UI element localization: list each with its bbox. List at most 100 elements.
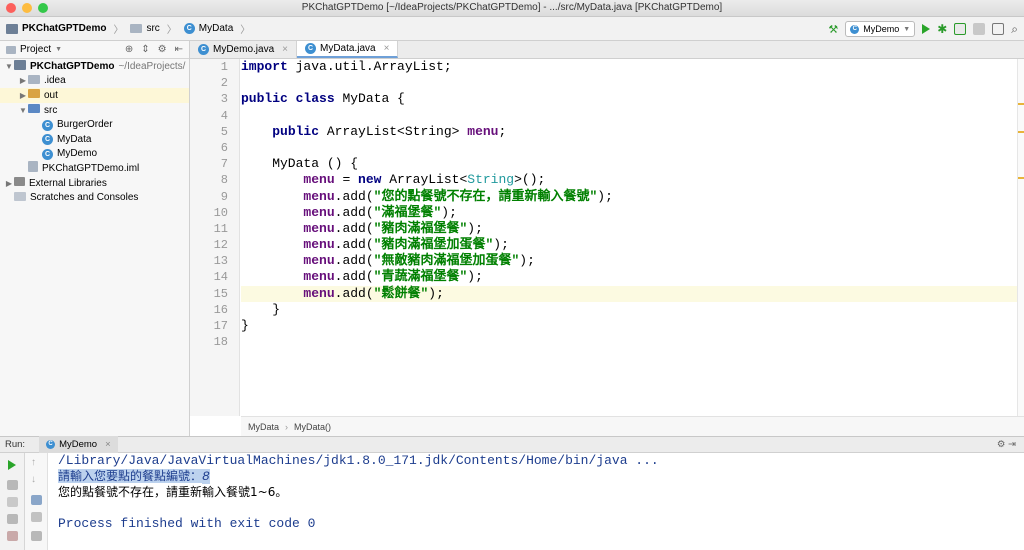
field-name: menu — [303, 253, 335, 269]
java-class-icon: C — [42, 148, 53, 160]
source-folder-icon — [28, 104, 40, 116]
code-text: .add( — [334, 285, 374, 301]
keyword: class — [295, 91, 335, 107]
tree-item[interactable]: ▶ External Libraries — [0, 176, 189, 191]
gear-icon[interactable]: ⚙ ⇥ — [997, 439, 1024, 450]
code-text: .add( — [334, 253, 374, 269]
tree-item[interactable]: C BurgerOrder — [0, 117, 189, 132]
code-text: java.util.ArrayList; — [287, 59, 452, 74]
breadcrumb-class[interactable]: MyData — [248, 422, 279, 432]
code-line: menu.add("豬肉滿福堡餐"); — [241, 221, 1017, 237]
chevron-down-icon[interactable]: ▼ — [18, 106, 28, 115]
field-name: menu — [303, 237, 335, 253]
keyword: public — [241, 91, 288, 107]
line-number: 18 — [213, 335, 228, 350]
close-icon[interactable]: × — [282, 44, 288, 55]
line-number: 5 — [220, 124, 228, 139]
code-text: ); — [597, 188, 613, 204]
line-number: 4 — [220, 108, 228, 123]
code-text: .add( — [334, 220, 374, 236]
project-panel-title[interactable]: Project — [20, 44, 51, 55]
chevron-right-icon[interactable]: ▶ — [18, 91, 28, 100]
build-icon[interactable]: ⚒ — [828, 23, 838, 36]
run-toolbar-secondary: ↑ ↓ — [25, 453, 48, 550]
warning-marker[interactable] — [1018, 103, 1024, 105]
code-line: menu.add("青蔬滿福堡餐"); — [241, 269, 1017, 285]
warning-marker[interactable] — [1018, 177, 1024, 179]
run-tab-mydemo[interactable]: C MyDemo × — [39, 436, 118, 453]
line-number: 10 — [213, 205, 228, 220]
breadcrumb-project[interactable]: PKChatGPTDemo — [22, 23, 106, 34]
soft-wrap-icon[interactable] — [31, 495, 42, 505]
print-icon[interactable] — [31, 531, 42, 541]
collapse-icon[interactable]: ⇕ — [141, 44, 149, 55]
keyword: new — [358, 172, 382, 188]
line-number: 1 — [220, 60, 228, 74]
search-icon[interactable]: ⌕ — [1011, 22, 1018, 37]
line-number: 2 — [220, 76, 228, 91]
string-literal: "鬆餅餐" — [373, 285, 429, 301]
run-configuration-select[interactable]: C MyDemo ▼ — [845, 21, 916, 37]
debug-icon[interactable]: ✱ — [937, 22, 947, 36]
gear-icon[interactable]: ⚙ — [158, 44, 167, 55]
warning-marker[interactable] — [1018, 131, 1024, 133]
tree-item[interactable]: Scratches and Consoles — [0, 190, 189, 205]
tree-item-path: ~/IdeaProjects/ — [118, 60, 186, 72]
exit-icon[interactable] — [7, 531, 18, 541]
chevron-down-icon[interactable]: ▼ — [4, 62, 14, 71]
tab-mydata-java[interactable]: C MyData.java × — [296, 41, 399, 58]
camera-icon[interactable] — [7, 514, 18, 524]
run-icon[interactable] — [922, 24, 931, 34]
close-icon[interactable]: × — [105, 439, 111, 450]
tree-item[interactable]: ▼ PKChatGPTDemo ~/IdeaProjects/ — [0, 59, 189, 74]
stop-icon[interactable] — [973, 23, 986, 35]
code-editor[interactable]: import java.util.ArrayList; public class… — [241, 59, 1017, 416]
project-view-icon — [6, 45, 16, 54]
hide-icon[interactable]: ⇤ — [175, 44, 183, 55]
editor-error-stripe[interactable] — [1017, 59, 1024, 416]
arrow-down-icon[interactable]: ↓ — [31, 474, 36, 485]
tree-item[interactable]: ▶ .idea — [0, 74, 189, 89]
chevron-right-icon[interactable]: ▶ — [4, 179, 14, 188]
stop-icon[interactable] — [7, 480, 18, 490]
tree-item-label: MyData — [57, 133, 92, 145]
project-panel: Project ▼ ⊕ ⇕ ⚙ ⇤ ▼ PKChatGPTDemo ~/IdeaPr… — [0, 41, 190, 436]
project-folder-icon — [6, 23, 18, 34]
project-structure-icon[interactable] — [992, 23, 1005, 35]
code-text: } — [241, 301, 281, 317]
run-tab-label: MyDemo — [59, 439, 98, 450]
breadcrumb-file[interactable]: MyData — [199, 23, 233, 34]
chevron-down-icon[interactable]: ▼ — [55, 46, 62, 53]
tree-item[interactable]: ▼ src — [0, 103, 189, 118]
line-number: 14 — [213, 270, 228, 285]
tab-mydemo-java[interactable]: C MyDemo.java × — [190, 41, 297, 58]
coverage-icon[interactable] — [954, 23, 967, 35]
tree-item[interactable]: C MyData — [0, 132, 189, 147]
rerun-icon[interactable] — [8, 460, 16, 470]
run-console[interactable]: /Library/Java/JavaVirtualMachines/jdk1.8… — [48, 453, 1024, 550]
code-line: menu.add("您的點餐號不存在，請重新輸入餐號"); — [241, 189, 1017, 205]
minimize-window-icon[interactable] — [22, 3, 32, 13]
pause-icon[interactable] — [7, 497, 18, 507]
breadcrumb-method[interactable]: MyData() — [294, 422, 331, 432]
arrow-up-icon[interactable]: ↑ — [31, 457, 36, 468]
console-prompt: 請輸入您要點的餐點編號： — [58, 468, 203, 483]
tree-item[interactable]: C MyDemo — [0, 147, 189, 162]
tree-item[interactable]: ▶ out — [0, 88, 189, 103]
chevron-right-icon[interactable]: ▶ — [18, 76, 28, 85]
breadcrumb-folder[interactable]: src — [146, 23, 159, 34]
code-text: ); — [441, 204, 457, 220]
string-literal: "豬肉滿福堡餐" — [373, 220, 468, 236]
zoom-window-icon[interactable] — [38, 3, 48, 13]
window-controls[interactable] — [6, 3, 48, 13]
code-text: ); — [519, 253, 535, 269]
close-icon[interactable]: × — [384, 43, 390, 54]
scroll-to-end-icon[interactable] — [31, 512, 42, 522]
tree-item[interactable]: PKChatGPTDemo.iml — [0, 161, 189, 176]
iml-file-icon — [28, 161, 38, 175]
close-window-icon[interactable] — [6, 3, 16, 13]
locate-icon[interactable]: ⊕ — [125, 44, 133, 55]
